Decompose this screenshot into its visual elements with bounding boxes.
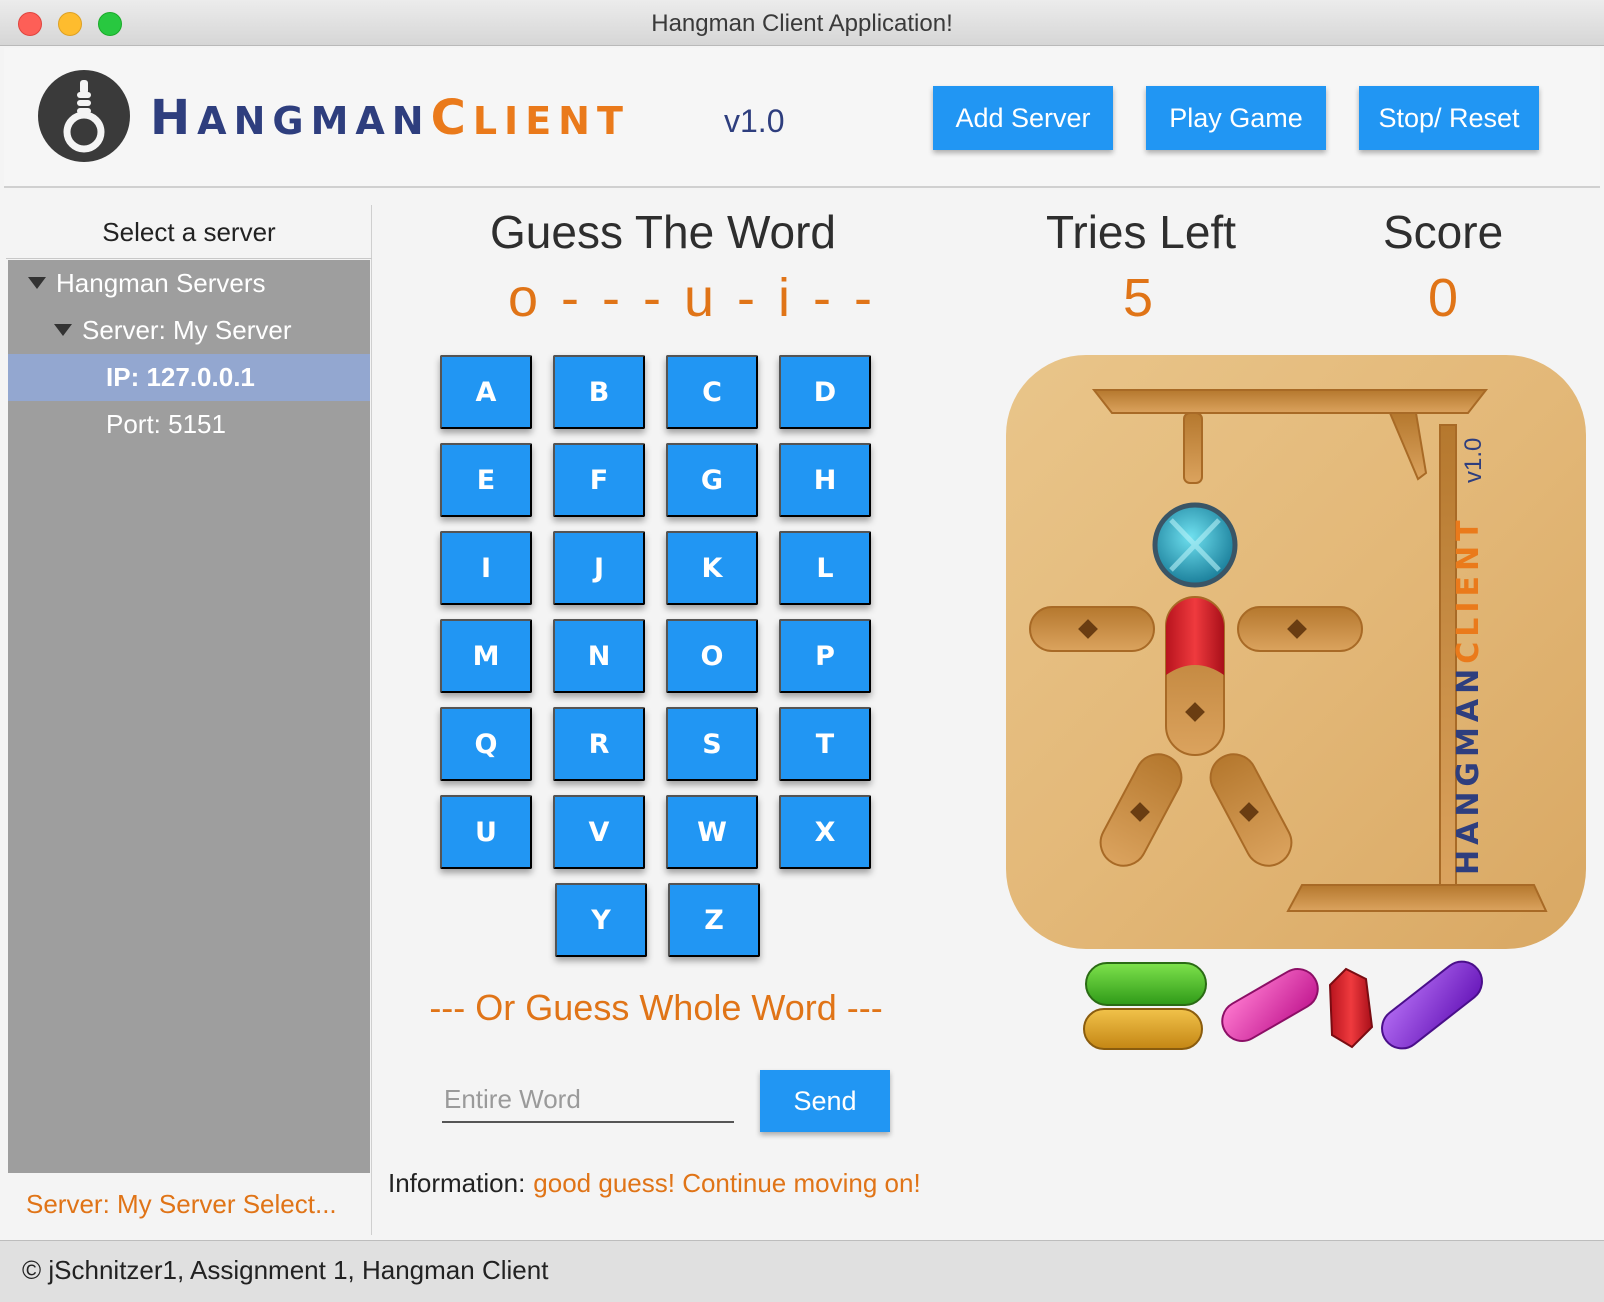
letter-key-d[interactable]: D bbox=[779, 355, 871, 429]
letter-key-o[interactable]: O bbox=[666, 619, 758, 693]
letter-key-b[interactable]: B bbox=[553, 355, 645, 429]
brand-part-hangman: HANGMAN bbox=[150, 90, 431, 146]
letter-key-j[interactable]: J bbox=[553, 531, 645, 605]
word-display: o - - - u - i - - bbox=[508, 268, 876, 328]
server-tree[interactable]: Hangman Servers Server: My Server IP: 12… bbox=[8, 260, 370, 1173]
tree-item-port[interactable]: Port: 5151 bbox=[8, 401, 370, 448]
server-sidebar: Select a server Hangman Servers Server: … bbox=[6, 205, 372, 1235]
hangman-board: HANGMANCLIENT v1.0 bbox=[1006, 355, 1586, 949]
game-area: Guess The Word o - - - u - i - - Tries L… bbox=[378, 205, 1600, 1235]
body-gem-icon bbox=[1166, 598, 1224, 675]
footer-bar: © jSchnitzer1, Assignment 1, Hangman Cli… bbox=[0, 1240, 1604, 1302]
score-heading: Score bbox=[1383, 206, 1504, 258]
noose-logo-icon bbox=[38, 70, 130, 162]
expand-triangle-icon[interactable] bbox=[28, 277, 46, 290]
add-server-button[interactable]: Add Server bbox=[933, 86, 1113, 150]
stop-reset-button[interactable]: Stop/ Reset bbox=[1359, 86, 1539, 150]
board-brand: HANGMANCLIENT bbox=[1451, 515, 1486, 875]
or-guess-whole-word-label: --- Or Guess Whole Word --- bbox=[429, 987, 883, 1028]
letter-key-a[interactable]: A bbox=[440, 355, 532, 429]
send-button[interactable]: Send bbox=[760, 1070, 890, 1132]
yellow-gem-icon bbox=[1083, 1008, 1203, 1050]
footer-copyright: © jSchnitzer1, Assignment 1, Hangman Cli… bbox=[22, 1255, 549, 1285]
tries-left-heading: Tries Left bbox=[1046, 206, 1237, 258]
letter-key-y[interactable]: Y bbox=[555, 883, 647, 957]
letter-key-i[interactable]: I bbox=[440, 531, 532, 605]
letter-key-n[interactable]: N bbox=[553, 619, 645, 693]
letter-key-s[interactable]: S bbox=[666, 707, 758, 781]
brand-part-client: CLIENT bbox=[430, 90, 630, 146]
app-header: HANGMANCLIENT v1.0 Add Server Play Game … bbox=[4, 48, 1600, 188]
letter-key-p[interactable]: P bbox=[779, 619, 871, 693]
letter-key-t[interactable]: T bbox=[779, 707, 871, 781]
letter-key-m[interactable]: M bbox=[440, 619, 532, 693]
tree-item-hangman-servers[interactable]: Hangman Servers bbox=[8, 260, 370, 307]
app-window: Hangman Client Application! HANGMANCLIEN… bbox=[0, 0, 1604, 1302]
app-version: v1.0 bbox=[724, 103, 785, 139]
letter-key-k[interactable]: K bbox=[666, 531, 758, 605]
title-bar: Hangman Client Application! bbox=[0, 0, 1604, 46]
letter-key-l[interactable]: L bbox=[779, 531, 871, 605]
letter-key-z[interactable]: Z bbox=[668, 883, 760, 957]
letter-key-v[interactable]: V bbox=[553, 795, 645, 869]
letter-key-x[interactable]: X bbox=[779, 795, 871, 869]
window-title: Hangman Client Application! bbox=[651, 10, 953, 37]
pink-gem-icon bbox=[1221, 968, 1319, 1042]
brand-wordmark: HANGMANCLIENT bbox=[150, 88, 630, 159]
score-value: 0 bbox=[1428, 268, 1459, 328]
information-message: good guess! Continue moving on! bbox=[533, 1168, 921, 1198]
board-version: v1.0 bbox=[1460, 438, 1487, 483]
letter-key-e[interactable]: E bbox=[440, 443, 532, 517]
expand-triangle-icon[interactable] bbox=[54, 324, 72, 337]
information-line: Information: good guess! Continue moving … bbox=[388, 1168, 921, 1199]
tree-item-label: Server: My Server bbox=[82, 315, 292, 345]
purple-gem-icon bbox=[1381, 960, 1483, 1050]
letter-key-g[interactable]: G bbox=[666, 443, 758, 517]
play-game-button[interactable]: Play Game bbox=[1146, 86, 1326, 150]
sidebar-heading: Select a server bbox=[6, 205, 372, 259]
letter-key-f[interactable]: F bbox=[553, 443, 645, 517]
green-gem-icon bbox=[1085, 962, 1207, 1006]
guess-word-heading: Guess The Word bbox=[490, 206, 837, 258]
remaining-gems bbox=[1083, 960, 1483, 1050]
information-label: Information: bbox=[388, 1168, 526, 1198]
tree-item-ip[interactable]: IP: 127.0.0.1 bbox=[8, 354, 370, 401]
tree-item-label: Port: 5151 bbox=[106, 409, 226, 439]
red-gem-icon bbox=[1328, 967, 1374, 1049]
letter-key-h[interactable]: H bbox=[779, 443, 871, 517]
tree-item-server[interactable]: Server: My Server bbox=[8, 307, 370, 354]
letter-key-r[interactable]: R bbox=[553, 707, 645, 781]
letter-key-q[interactable]: Q bbox=[440, 707, 532, 781]
entire-word-input[interactable] bbox=[442, 1077, 734, 1123]
tree-item-label: IP: 127.0.0.1 bbox=[106, 362, 255, 392]
tries-left-value: 5 bbox=[1123, 268, 1154, 328]
letter-key-w[interactable]: W bbox=[666, 795, 758, 869]
letter-key-u[interactable]: U bbox=[440, 795, 532, 869]
server-status-label: Server: My Server Select... bbox=[26, 1189, 337, 1219]
tree-item-label: Hangman Servers bbox=[56, 268, 266, 298]
letter-key-c[interactable]: C bbox=[666, 355, 758, 429]
